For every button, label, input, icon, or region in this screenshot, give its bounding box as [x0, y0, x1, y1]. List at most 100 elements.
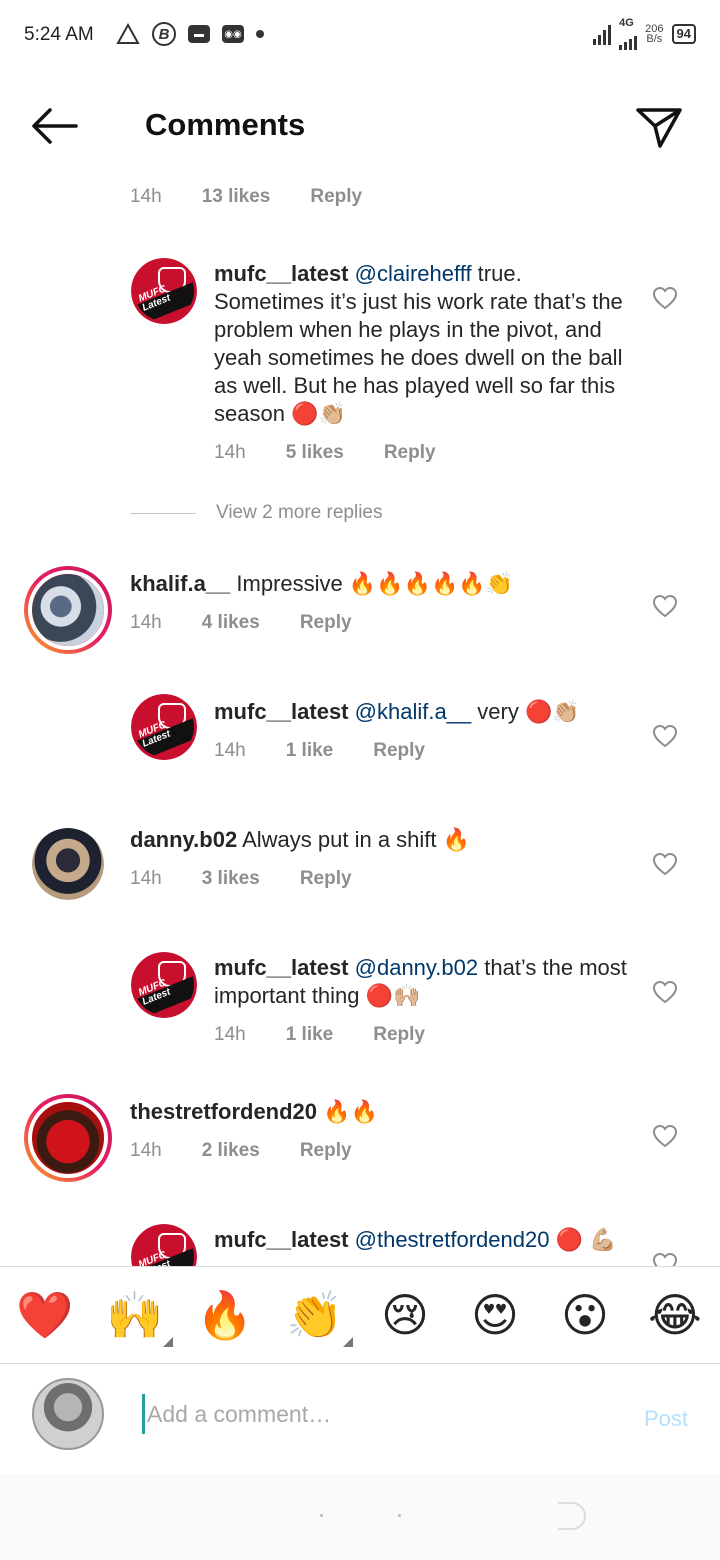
reply-button[interactable]: Reply [300, 1140, 352, 1162]
comment-time: 14h [214, 740, 246, 761]
comment-meta: 14h 13 likes Reply [130, 186, 362, 208]
skin-tone-indicator-icon [343, 1337, 353, 1347]
emoji-raising-hands-label: 🙌 [106, 1289, 164, 1341]
emoji-heart-button[interactable]: ❤️ [15, 1285, 75, 1345]
emoji-heart-eyes-button[interactable]: 😍 [465, 1285, 525, 1345]
view-more-label: View 2 more replies [216, 502, 383, 523]
comment-username[interactable]: mufc__latest [214, 699, 349, 724]
heart-icon[interactable] [652, 980, 678, 1004]
comments-list[interactable]: 14h 13 likes Reply MUFC Latest mufc__late… [0, 170, 720, 1266]
heart-icon[interactable] [652, 1124, 678, 1148]
reply-button[interactable]: Reply [310, 186, 362, 208]
profile-photo [32, 828, 104, 900]
emoji-fire-button[interactable]: 🔥 [195, 1285, 255, 1345]
likes-count[interactable]: 1 like [286, 1024, 334, 1046]
nav-back-icon[interactable] [558, 1502, 586, 1530]
message-icon: ▬ [188, 25, 210, 43]
emoji-clapping-button[interactable]: 👏 [285, 1285, 353, 1347]
mufc-logo-icon: MUFCLatest [131, 952, 197, 1018]
reply-button[interactable]: Reply [300, 868, 352, 890]
mufc-logo-icon: MUFCLatest [131, 694, 197, 760]
heart-icon[interactable] [652, 1252, 678, 1266]
comment-time: 14h [130, 186, 162, 207]
likes-count[interactable]: 1 like [286, 740, 334, 762]
comment-time: 14h [130, 868, 162, 889]
comment-text: mufc__latest @clairehefff true. Sometime… [214, 260, 634, 428]
heart-icon[interactable] [652, 852, 678, 876]
heart-icon[interactable] [652, 594, 678, 618]
comment-text: khalif.a__ Impressive 🔥🔥🔥🔥🔥👏 [130, 570, 610, 598]
comment-input[interactable] [142, 1394, 602, 1434]
avatar[interactable] [32, 828, 104, 900]
likes-count[interactable]: 2 likes [202, 1140, 260, 1162]
reply-button[interactable]: Reply [384, 442, 436, 464]
gamepad-icon: ◉◉ [222, 25, 244, 43]
view-more-replies[interactable]: View 2 more replies [130, 502, 383, 524]
comment-meta: 14h 1 like Reply [214, 1024, 425, 1046]
profile-photo [32, 1102, 104, 1174]
system-nav-bar [0, 1474, 720, 1560]
avatar[interactable] [24, 566, 112, 654]
avatar[interactable] [24, 1094, 112, 1182]
status-bar: 5:24 AM B ▬ ◉◉ 4G 206 B/s 94 [0, 0, 720, 72]
comment-meta: 14h 5 likes Reply [214, 442, 436, 464]
avatar[interactable]: MUFCLatest [131, 1224, 197, 1266]
comment-username[interactable]: danny.b02 [130, 827, 237, 852]
comment-username[interactable]: mufc__latest [214, 955, 349, 980]
comment-body: 🔥🔥 [317, 1099, 378, 1124]
avatar[interactable]: MUFCLatest [131, 952, 197, 1018]
comment-time: 14h [214, 442, 246, 463]
comment-text: mufc__latest @khalif.a__ very 🔴👏🏼 [214, 698, 634, 726]
comment-text: mufc__latest @danny.b02 that’s the most … [214, 954, 634, 1010]
arrow-left-icon[interactable] [28, 104, 80, 148]
likes-count[interactable]: 13 likes [202, 186, 271, 208]
comment-time: 14h [130, 612, 162, 633]
emoji-raising-hands-button[interactable]: 🙌 [105, 1285, 173, 1347]
battery-level: 94 [676, 26, 691, 41]
comment-username[interactable]: khalif.a__ [130, 571, 230, 596]
comment-mention[interactable]: @clairehefff [355, 261, 472, 286]
comment-composer: Post [0, 1364, 720, 1474]
reply-button[interactable]: Reply [373, 740, 425, 762]
comment-username[interactable]: mufc__latest [214, 1227, 349, 1252]
reply-button[interactable]: Reply [373, 1024, 425, 1046]
heart-icon[interactable] [652, 286, 678, 310]
comment-meta: 14h 4 likes Reply [130, 612, 352, 634]
warning-icon [116, 23, 140, 44]
paper-plane-icon[interactable] [634, 102, 684, 152]
signal-icon [593, 23, 612, 45]
comment-text: danny.b02 Always put in a shift 🔥 [130, 826, 610, 854]
battery-icon: 94 [671, 24, 696, 44]
likes-count[interactable]: 4 likes [202, 612, 260, 634]
page-title: Comments [145, 107, 306, 142]
comment-text: mufc__latest @thestretfordend20 🔴 💪🏼 [214, 1226, 634, 1254]
likes-count[interactable]: 3 likes [202, 868, 260, 890]
comment-mention[interactable]: @danny.b02 [355, 955, 478, 980]
reply-button[interactable]: Reply [300, 612, 352, 634]
skin-tone-indicator-icon [163, 1337, 173, 1347]
emoji-surprised-button[interactable]: 😮 [555, 1285, 615, 1345]
status-icons-left: B ▬ ◉◉ [116, 22, 264, 46]
emoji-crying-button[interactable]: 😢 [375, 1285, 435, 1345]
comment-mention[interactable]: @thestretfordend20 [355, 1227, 550, 1252]
status-icons-right: 4G 206 B/s 94 [593, 18, 696, 50]
mufc-logo-icon: MUFCLatest [131, 1224, 197, 1266]
mufc-logo-icon: MUFCLatest [131, 258, 197, 324]
status-time: 5:24 AM [24, 24, 94, 45]
dot-icon [256, 30, 264, 38]
comment-body: very 🔴👏🏼 [471, 699, 580, 724]
comment-username[interactable]: thestretfordend20 [130, 1099, 317, 1124]
avatar[interactable]: MUFCLatest [131, 258, 197, 324]
nav-dot-icon [320, 1514, 323, 1517]
post-button[interactable]: Post [644, 1406, 688, 1432]
heart-icon[interactable] [652, 724, 678, 748]
comment-mention[interactable]: @khalif.a__ [355, 699, 472, 724]
comment-body: 🔴 💪🏼 [549, 1227, 617, 1252]
comment-time: 14h [214, 1024, 246, 1045]
emoji-laughing-button[interactable]: 😂 [645, 1285, 705, 1345]
avatar[interactable]: MUFCLatest [131, 694, 197, 760]
comment-username[interactable]: mufc__latest [214, 261, 349, 286]
comment-body: Always put in a shift 🔥 [237, 827, 471, 852]
likes-count[interactable]: 5 likes [286, 442, 344, 464]
comment-text: thestretfordend20 🔥🔥 [130, 1098, 610, 1126]
